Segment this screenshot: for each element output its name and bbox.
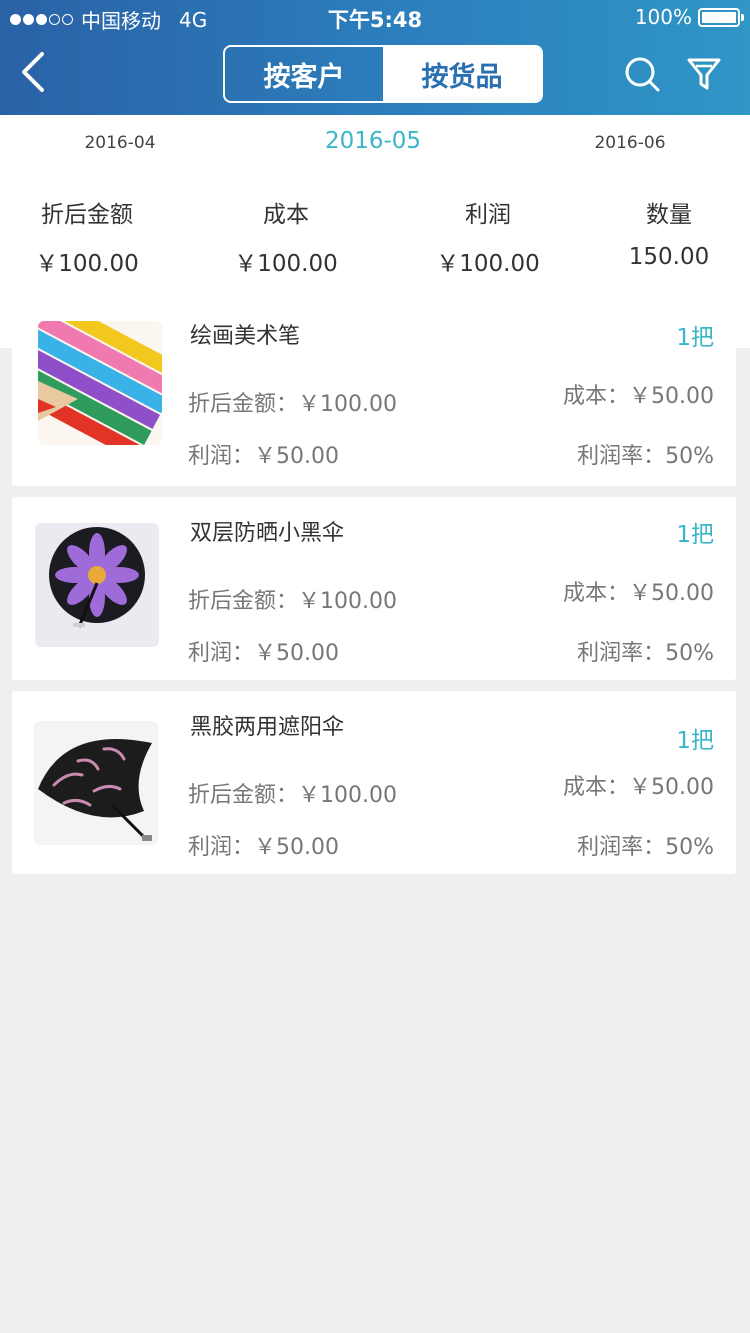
product-amount: 折后金额：￥100.00 (188, 589, 397, 614)
product-amount: 折后金额：￥100.00 (188, 783, 397, 808)
product-cost: 成本：￥50.00 (563, 581, 714, 606)
status-bar: 中国移动 4G 下午5:48 100% (0, 0, 750, 36)
product-quantity: 1把 (676, 325, 714, 351)
black-umbrella-image (34, 721, 158, 845)
product-card[interactable]: 黑胶两用遮阳伞 1把 折后金额：￥100.00 成本：￥50.00 利润：￥50… (12, 691, 736, 874)
flower-umbrella-image (35, 523, 159, 647)
app-header: 中国移动 4G 下午5:48 100% 按客户 按货品 (0, 0, 750, 115)
search-icon (625, 57, 660, 92)
product-profit: 利润：￥50.00 (188, 444, 339, 469)
stat-quantity: 数量 150.00 (594, 198, 744, 270)
tab-by-customer[interactable]: 按客户 (225, 47, 383, 101)
chevron-left-icon (22, 52, 44, 92)
view-tabs: 按客户 按货品 (223, 45, 543, 103)
product-quantity: 1把 (676, 728, 714, 754)
stat-value: ￥100.00 (35, 251, 139, 277)
product-profit: 利润：￥50.00 (188, 641, 339, 666)
stat-label: 成本 (263, 202, 309, 228)
product-card[interactable]: 双层防晒小黑伞 1把 折后金额：￥100.00 成本：￥50.00 利润：￥50… (12, 497, 736, 680)
product-name: 黑胶两用遮阳伞 (190, 715, 345, 740)
battery-icon (698, 7, 744, 27)
search-button[interactable] (622, 54, 662, 94)
stat-cost: 成本 ￥100.00 (211, 198, 361, 278)
tab-by-product[interactable]: 按货品 (383, 47, 541, 101)
stat-label: 折后金额 (41, 202, 133, 228)
back-button[interactable] (14, 44, 58, 100)
stat-label: 数量 (646, 202, 692, 228)
stat-value: 150.00 (628, 244, 710, 270)
stat-discount-amount: 折后金额 ￥100.00 (12, 198, 162, 278)
stat-value: ￥100.00 (436, 251, 540, 277)
product-quantity: 1把 (676, 522, 714, 548)
stat-profit: 利润 ￥100.00 (413, 198, 563, 278)
month-current[interactable]: 2016-05 (298, 128, 448, 154)
product-card[interactable]: 绘画美术笔 1把 折后金额：￥100.00 成本：￥50.00 利润：￥50.0… (12, 300, 736, 486)
product-profit: 利润：￥50.00 (188, 835, 339, 860)
month-prev[interactable]: 2016-04 (60, 133, 180, 153)
product-name: 双层防晒小黑伞 (190, 521, 345, 546)
filter-funnel-icon (687, 58, 721, 90)
product-profit-rate: 利润率：50% (577, 641, 714, 666)
product-profit-rate: 利润率：50% (577, 835, 714, 860)
product-cost: 成本：￥50.00 (563, 384, 714, 409)
colored-pencils-image (38, 321, 162, 445)
stat-value: ￥100.00 (234, 251, 338, 277)
battery-percent: 100% (634, 5, 692, 29)
product-cost: 成本：￥50.00 (563, 775, 714, 800)
product-name: 绘画美术笔 (190, 324, 301, 349)
product-amount: 折后金额：￥100.00 (188, 392, 397, 417)
stat-label: 利润 (465, 202, 511, 228)
month-next[interactable]: 2016-06 (570, 133, 690, 153)
product-profit-rate: 利润率：50% (577, 444, 714, 469)
filter-button[interactable] (684, 54, 724, 94)
